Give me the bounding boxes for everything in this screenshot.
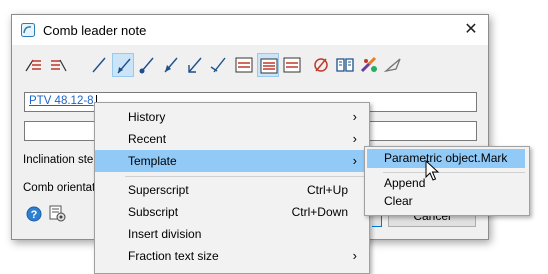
chevron-right-icon: › [352,153,357,168]
leader-right-icon[interactable] [47,53,69,77]
help-icon[interactable]: ? [26,206,42,222]
line-arrow-icon[interactable] [160,53,182,77]
color-brush-icon[interactable] [358,53,380,77]
menu-item-shortcut: Ctrl+Down [291,205,348,219]
inclination-step-label: Inclination step [23,154,100,166]
menu-item-recent[interactable]: Recent › [95,128,369,150]
menu-item-label: Subscript [128,205,179,219]
submenu-item-label: Append [384,176,426,190]
chevron-right-icon: › [352,131,357,146]
close-icon: ✕ [464,21,478,38]
menu-item-label: Insert division [128,227,202,241]
text-line-1-value: PTV 48.12-8 [29,95,94,107]
menu-item-template[interactable]: Template › [95,150,369,172]
submenu-item-clear[interactable]: Clear [367,192,525,211]
pick-style-icon[interactable] [382,53,404,77]
line-tick-icon[interactable] [208,53,230,77]
menu-item-label: Superscript [128,183,189,197]
context-menu: History › Recent › Template › Superscrip… [94,102,370,274]
line-arrow-selected-icon[interactable] [112,53,134,77]
close-button[interactable]: ✕ [458,17,484,43]
submenu-item-label: Clear [384,194,413,208]
submenu-item-append[interactable]: Append [367,174,525,193]
menu-item-history[interactable]: History › [95,106,369,128]
menu-item-label: Template [128,154,177,168]
clear-icon[interactable] [310,53,332,77]
menu-item-superscript[interactable]: Superscript Ctrl+Up [95,179,369,201]
align-center-icon[interactable] [257,53,279,77]
chevron-right-icon: › [352,109,357,124]
line-dot-icon[interactable] [136,53,158,77]
settings-icon[interactable] [49,205,67,223]
line-plain-icon[interactable] [88,53,110,77]
mouse-cursor-icon [425,160,440,181]
menu-separator [125,176,365,177]
submenu-item-label: Parametric object.Mark [384,151,508,165]
leader-left-icon[interactable] [23,53,45,77]
submenu-item-parametric-object-mark[interactable]: Parametric object.Mark [367,149,525,168]
dialog-title: Comb leader note [43,23,147,38]
book-icon[interactable] [334,53,356,77]
title-bar: Comb leader note ✕ [12,15,488,45]
align-right-icon[interactable] [281,53,303,77]
svg-text:?: ? [31,209,38,221]
app-icon [21,23,35,37]
submenu-separator [383,172,525,173]
template-submenu: Parametric object.Mark Append Clear [364,146,530,216]
align-left-icon[interactable] [233,53,255,77]
menu-item-subscript[interactable]: Subscript Ctrl+Down [95,201,369,223]
line-arrow-open-icon[interactable] [184,53,206,77]
menu-item-label: Recent [128,132,167,146]
menu-item-label: History [128,110,166,124]
menu-item-insert-division[interactable]: Insert division [95,223,369,245]
menu-item-shortcut: Ctrl+Up [306,183,348,197]
